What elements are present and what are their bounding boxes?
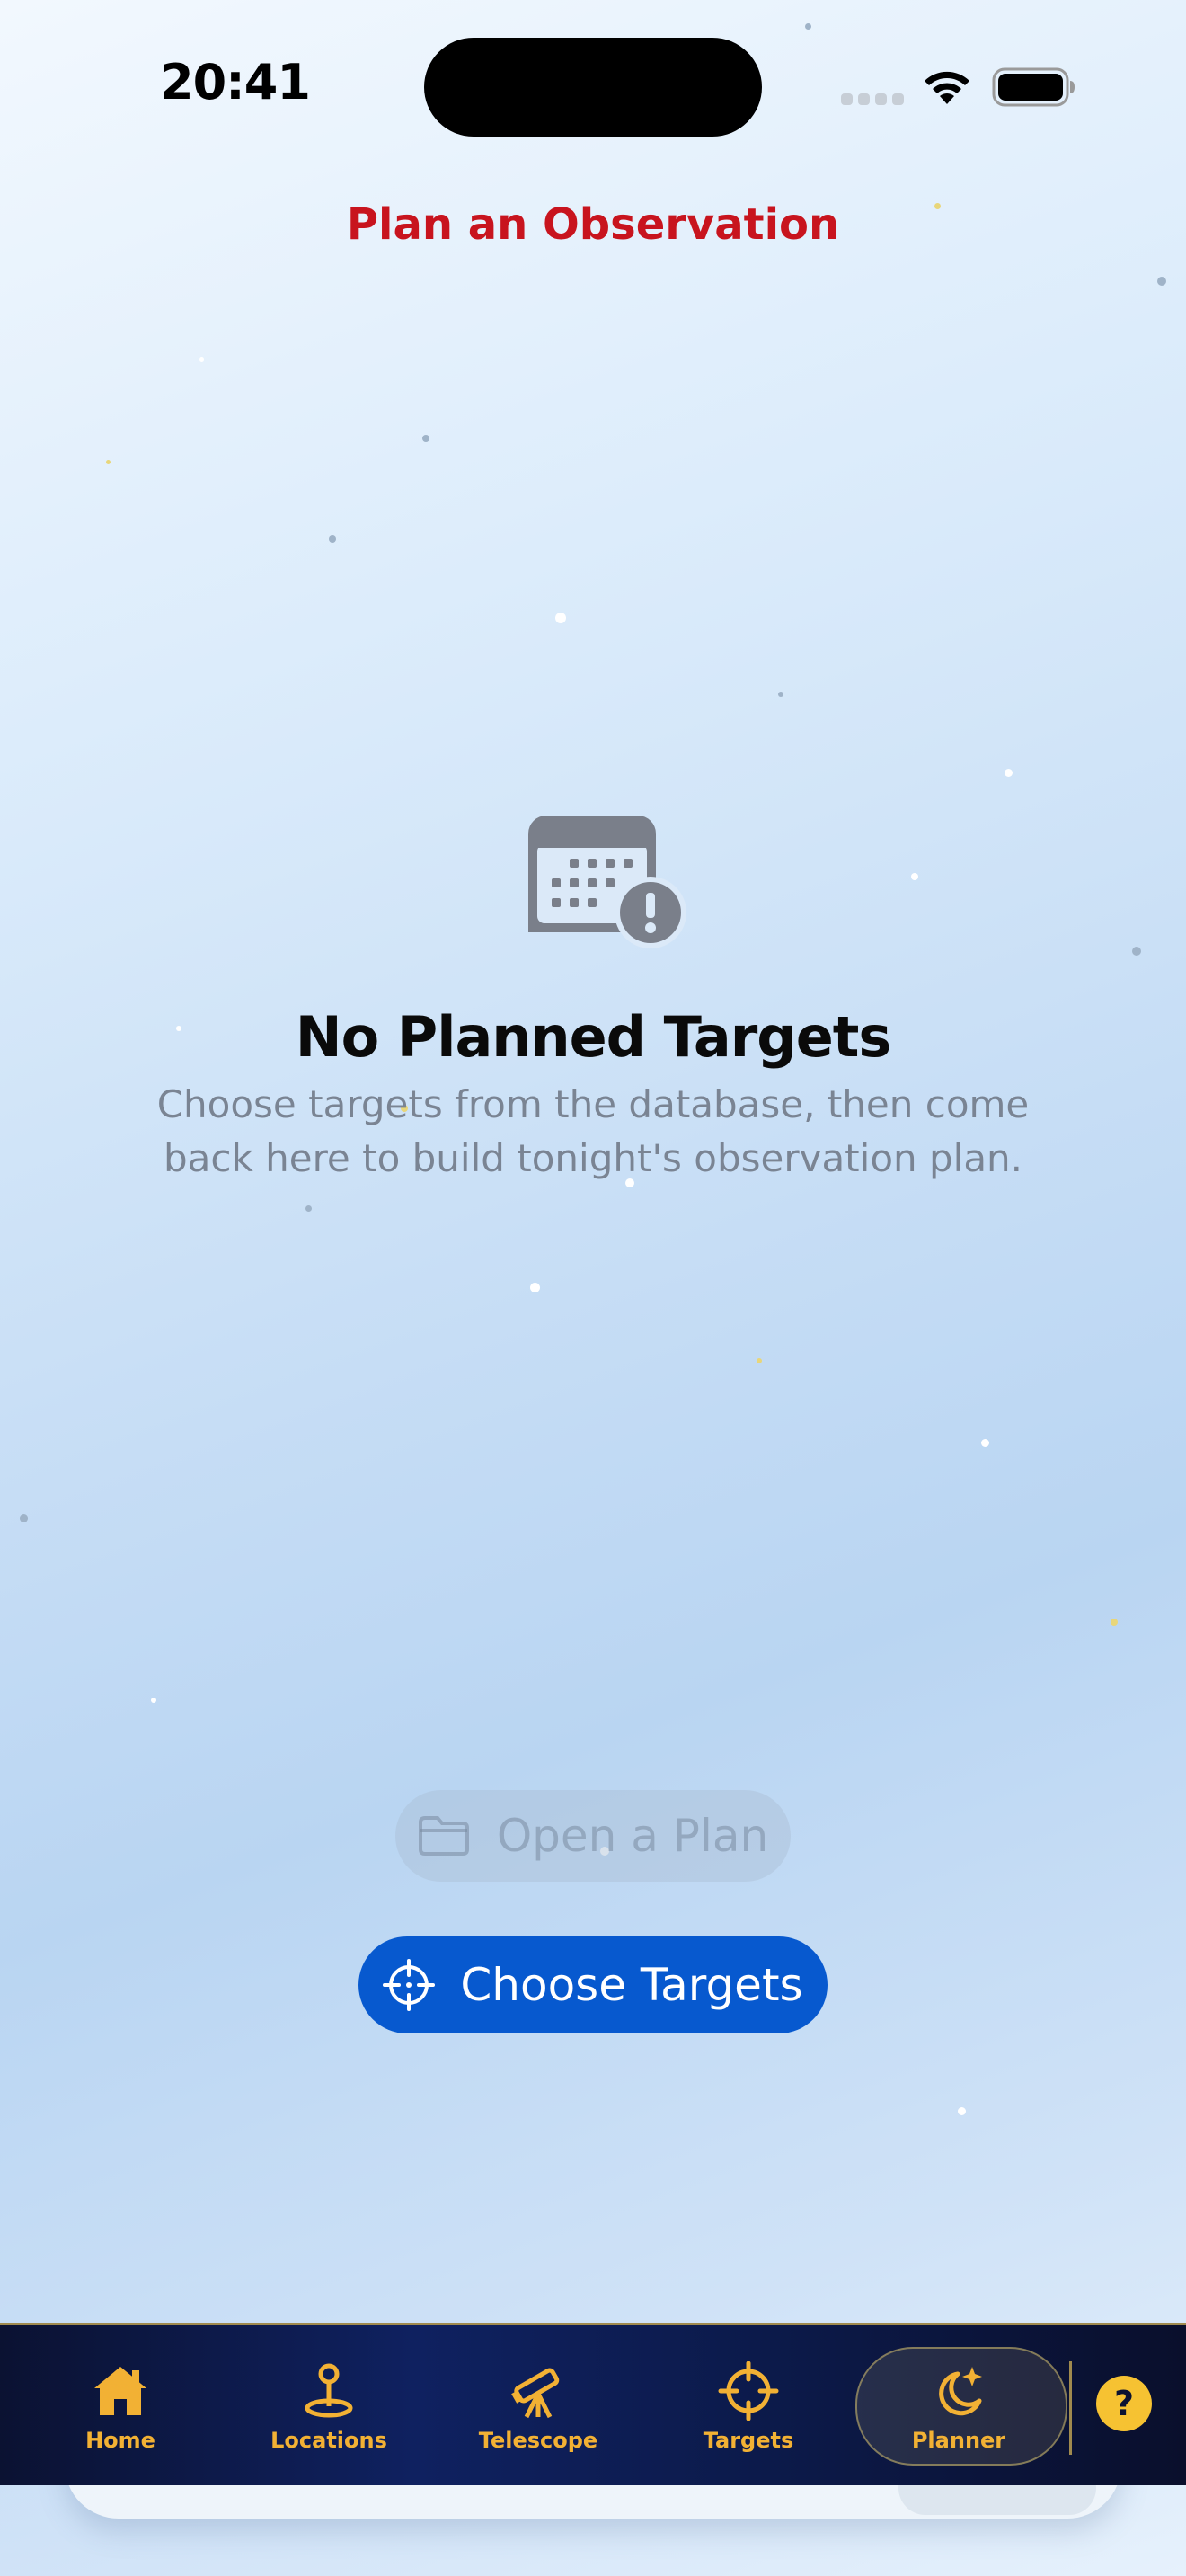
moon-stars-icon bbox=[939, 2367, 982, 2416]
tab-planner-label: Planner bbox=[911, 2428, 1006, 2453]
tab-telescope-label: Telescope bbox=[478, 2428, 598, 2453]
tab-bar-divider bbox=[1069, 2361, 1072, 2455]
calendar-exclamation-icon bbox=[528, 816, 686, 948]
crosshair-icon bbox=[718, 2361, 779, 2421]
tab-targets[interactable]: Targets bbox=[659, 2325, 838, 2485]
dynamic-island bbox=[424, 38, 762, 137]
location-pin-icon bbox=[305, 2363, 353, 2418]
background-stars bbox=[0, 0, 1186, 2576]
tab-telescope[interactable]: Telescope bbox=[448, 2325, 628, 2485]
status-time: 20:41 bbox=[160, 54, 311, 110]
empty-state-description: Choose targets from the database, then c… bbox=[156, 1082, 1030, 1180]
telescope-icon bbox=[511, 2368, 560, 2419]
crosshair-icon bbox=[383, 1959, 436, 2011]
tab-home[interactable]: Home bbox=[31, 2325, 210, 2485]
help-button[interactable]: ? bbox=[1096, 2376, 1152, 2431]
wifi-icon bbox=[925, 71, 969, 104]
tab-home-label: Home bbox=[85, 2428, 155, 2453]
choose-targets-button[interactable]: Choose Targets bbox=[358, 1936, 828, 2033]
page-title: Plan an Observation bbox=[346, 199, 840, 250]
house-icon bbox=[94, 2367, 146, 2415]
tab-locations[interactable]: Locations bbox=[239, 2325, 419, 2485]
tab-targets-label: Targets bbox=[703, 2428, 794, 2453]
tab-bar: Home Locations Telescope Targets Planner… bbox=[0, 2323, 1186, 2485]
empty-state-title: No Planned Targets bbox=[295, 1004, 892, 1070]
open-plan-label: Open a Plan bbox=[496, 1810, 769, 1862]
battery-icon bbox=[992, 67, 1075, 107]
open-plan-button[interactable]: Open a Plan bbox=[395, 1790, 791, 1882]
tab-locations-label: Locations bbox=[270, 2428, 387, 2453]
choose-targets-label: Choose Targets bbox=[460, 1959, 803, 2011]
signal-dots-icon bbox=[841, 93, 904, 106]
tab-planner[interactable]: Planner bbox=[869, 2325, 1049, 2485]
folder-icon bbox=[418, 1816, 469, 1856]
